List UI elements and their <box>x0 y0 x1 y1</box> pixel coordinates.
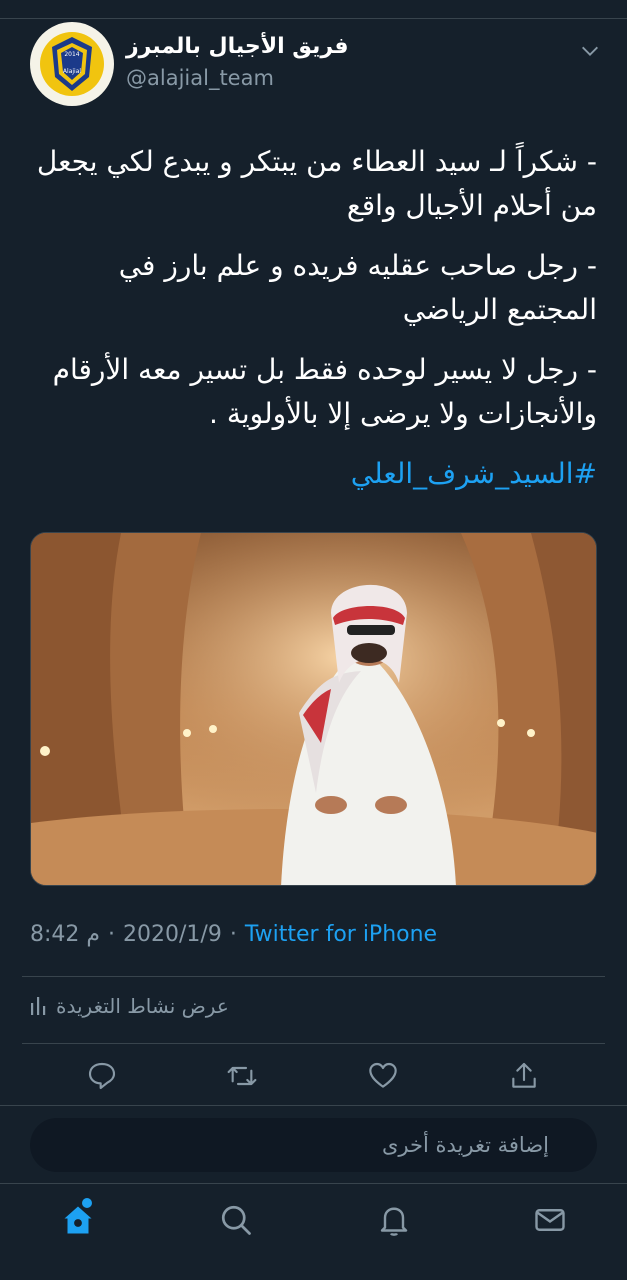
tweet-meta: 8:42 م · 2020/1/9 · Twitter for iPhone <box>30 922 437 947</box>
heart-icon[interactable] <box>367 1060 399 1092</box>
photo-image <box>31 533 596 885</box>
home-icon[interactable] <box>60 1202 96 1238</box>
search-icon[interactable] <box>218 1202 254 1238</box>
tweet-paragraph: - شكراً لـ سيد العطاء من يبتكر و يبدع لك… <box>36 145 597 222</box>
share-icon[interactable] <box>508 1060 540 1092</box>
tweet-activity-link[interactable]: عرض نشاط التغريدة <box>30 994 229 1018</box>
hashtag-link[interactable]: #السيد_شرف_العلي <box>28 452 597 496</box>
tweet-text: - شكراً لـ سيد العطاء من يبتكر و يبدع لك… <box>28 140 597 512</box>
tweet-paragraph: - رجل لا يسير لوحده فقط بل تسير معه الأر… <box>52 353 597 430</box>
composer-bar: إضافة تغريدة أخرى <box>0 1105 627 1183</box>
meta-separator: · <box>229 922 237 947</box>
reply-icon[interactable] <box>86 1060 118 1092</box>
tweet-activity-label: عرض نشاط التغريدة <box>56 994 229 1018</box>
top-divider <box>0 18 627 19</box>
add-tweet-input[interactable]: إضافة تغريدة أخرى <box>30 1118 597 1172</box>
divider <box>22 1043 605 1044</box>
bar-chart-icon <box>31 997 46 1015</box>
meta-separator: · <box>108 922 116 947</box>
mail-icon[interactable] <box>532 1202 568 1238</box>
display-name[interactable]: فريق الأجيال بالمبرز <box>126 34 348 59</box>
tweet-date: 2020/1/9 <box>123 922 222 947</box>
logo-year: 2014 <box>64 51 79 58</box>
bottom-tab-bar <box>0 1183 627 1280</box>
notification-dot <box>82 1198 92 1208</box>
bell-icon[interactable] <box>376 1202 412 1238</box>
retweet-icon[interactable] <box>226 1060 258 1092</box>
tweet-time: 8:42 م <box>30 922 101 947</box>
chevron-down-icon[interactable] <box>579 40 601 62</box>
divider <box>22 976 605 977</box>
tweet-header: 2014 Alajial فريق الأجيال بالمبرز @alaji… <box>0 20 627 110</box>
tweet-photo[interactable] <box>30 532 597 886</box>
logo-badge-text: Alajial <box>63 68 81 75</box>
avatar[interactable]: 2014 Alajial <box>30 22 114 106</box>
team-logo: 2014 Alajial <box>40 32 104 96</box>
tweet-actions <box>0 1060 627 1096</box>
tweet-source-link[interactable]: Twitter for iPhone <box>245 922 437 947</box>
tweet-paragraph: - رجل صاحب عقليه فريده و علم بارز في الم… <box>118 249 597 326</box>
handle[interactable]: @alajial_team <box>126 66 274 90</box>
